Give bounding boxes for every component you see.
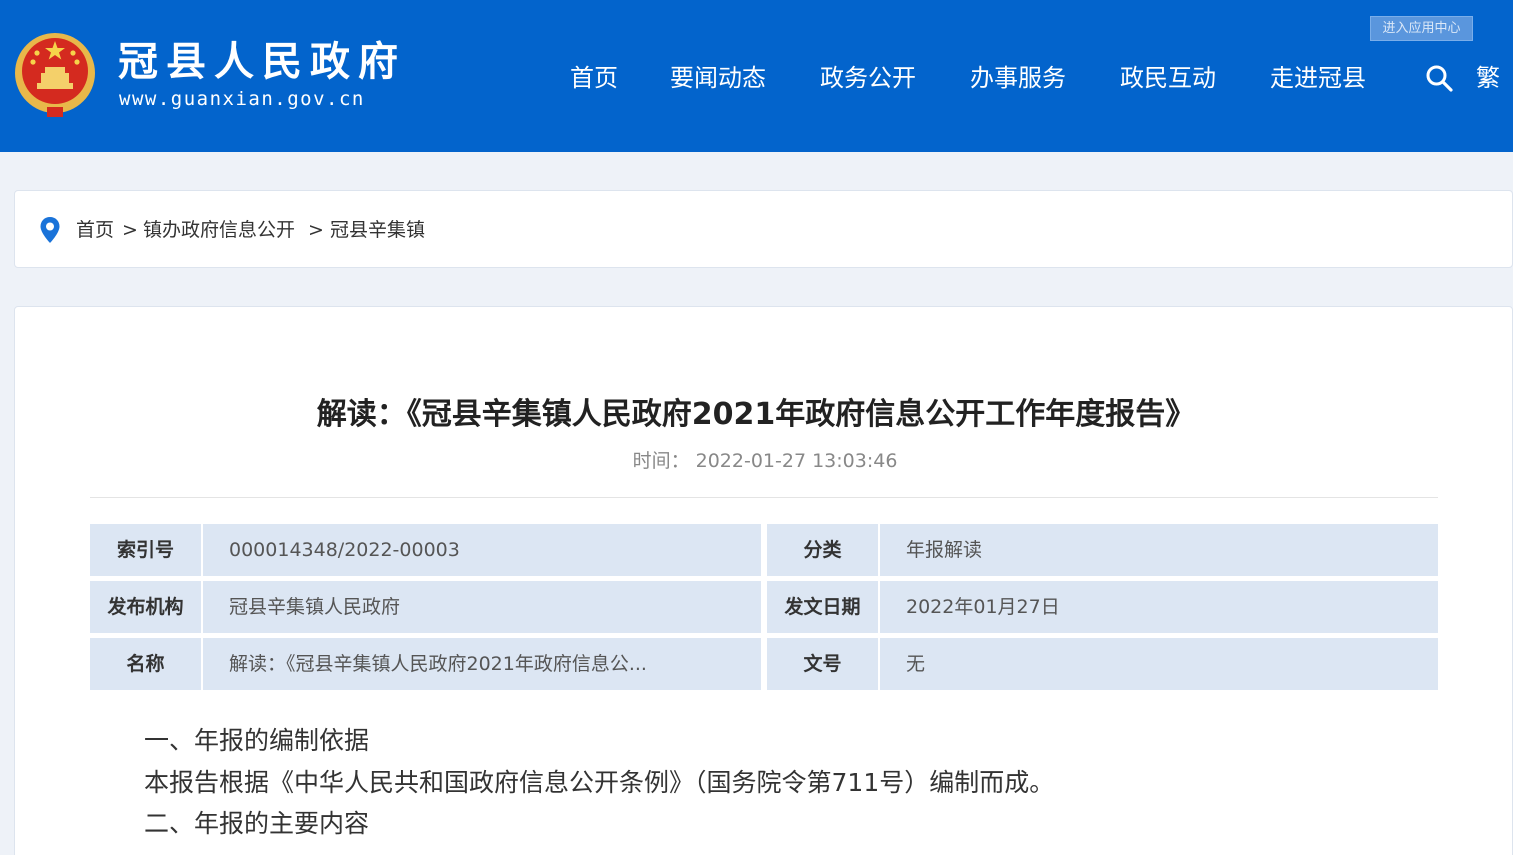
meta-label-issue-date: 发文日期: [767, 581, 878, 633]
breadcrumb-separator: >: [308, 219, 324, 241]
meta-value-doc-number: 无: [880, 638, 1438, 690]
app-center-button[interactable]: 进入应用中心: [1370, 16, 1473, 41]
meta-label-index: 索引号: [90, 524, 201, 576]
nav-item-government-affairs[interactable]: 政务公开: [820, 62, 916, 94]
meta-label-name: 名称: [90, 638, 201, 690]
meta-value-issue-date: 2022年01月27日: [880, 581, 1438, 633]
national-emblem-icon[interactable]: [13, 31, 97, 121]
breadcrumb-home[interactable]: 首页: [76, 218, 114, 242]
breadcrumb-town-info[interactable]: 镇办政府信息公开: [143, 218, 295, 242]
traditional-chinese-toggle[interactable]: 繁: [1476, 62, 1500, 94]
article-title: 解读：《冠县辛集镇人民政府2021年政府信息公开工作年度报告》: [316, 397, 1196, 432]
meta-value-publisher: 冠县辛集镇人民政府: [203, 581, 761, 633]
nav-item-home[interactable]: 首页: [570, 62, 618, 94]
meta-value-category: 年报解读: [880, 524, 1438, 576]
nav-item-news[interactable]: 要闻动态: [670, 62, 766, 94]
time-label: 时间：: [632, 450, 690, 472]
meta-label-publisher: 发布机构: [90, 581, 201, 633]
article-time: 时间： 2022-01-27 13:03:46: [0, 448, 1513, 474]
article-paragraph: 二、年报的主要内容: [144, 809, 370, 838]
nav-item-services[interactable]: 办事服务: [970, 62, 1066, 94]
title-divider: [90, 497, 1438, 498]
breadcrumb: 首页 > 镇办政府信息公开 > 冠县辛集镇: [14, 190, 1513, 268]
site-url: www.guanxian.gov.cn: [119, 88, 365, 110]
meta-label-category: 分类: [767, 524, 878, 576]
time-value: 2022-01-27 13:03:46: [695, 450, 898, 472]
article-paragraph: 本报告根据《中华人民共和国政府信息公开条例》（国务院令第711号）编制而成。: [144, 768, 1055, 797]
article-paragraph: 一、年报的编制依据: [144, 726, 370, 755]
nav-item-interaction[interactable]: 政民互动: [1120, 62, 1216, 94]
site-name[interactable]: 冠县人民政府: [118, 38, 406, 86]
location-pin-icon: [40, 217, 60, 243]
search-icon[interactable]: [1425, 64, 1453, 92]
breadcrumb-separator: >: [122, 219, 138, 241]
meta-value-name: 解读：《冠县辛集镇人民政府2021年政府信息公...: [203, 638, 761, 690]
site-header: 冠县人民政府 www.guanxian.gov.cn 进入应用中心 首页 要闻动…: [0, 0, 1513, 152]
nav-item-about-county[interactable]: 走进冠县: [1270, 62, 1366, 94]
meta-value-index: 000014348/2022-00003: [203, 524, 761, 576]
meta-label-doc-number: 文号: [767, 638, 878, 690]
breadcrumb-xinji-town[interactable]: 冠县辛集镇: [330, 218, 425, 242]
